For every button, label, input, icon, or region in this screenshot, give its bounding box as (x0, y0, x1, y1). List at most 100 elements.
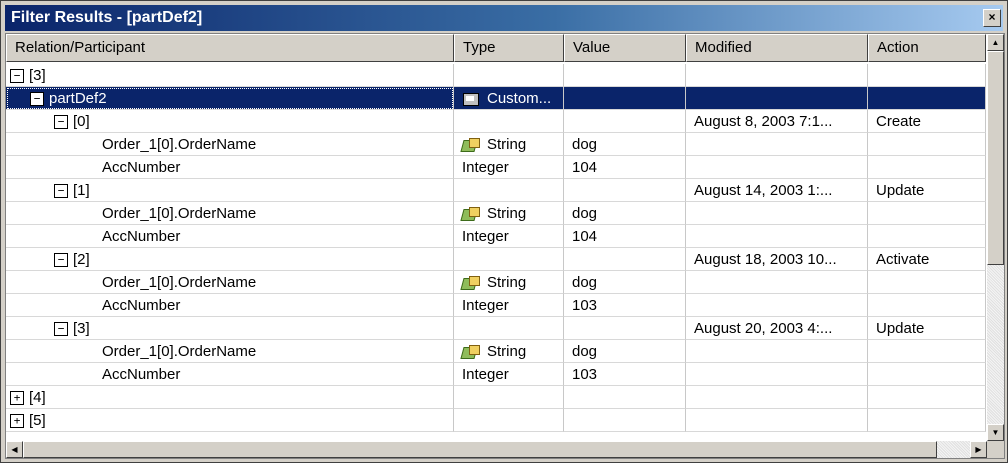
collapse-icon[interactable]: − (54, 253, 68, 268)
modified-cell: August 20, 2003 4:... (686, 317, 868, 340)
table-row[interactable]: Order_1[0].OrderName String dog (6, 340, 986, 363)
scroll-left-button[interactable]: ◀ (6, 441, 23, 458)
collapse-icon[interactable]: − (54, 322, 68, 337)
table-row[interactable]: − [3] August 20, 2003 4:... Update (6, 317, 986, 340)
relation-cell[interactable]: + [5] (6, 409, 454, 432)
relation-cell[interactable]: AccNumber (6, 294, 454, 317)
vertical-scroll-thumb[interactable] (987, 51, 1004, 265)
table-row[interactable]: − partDef2 Custom... (6, 87, 986, 110)
vertical-scrollbar[interactable]: ▲ ▼ (987, 34, 1004, 441)
type-cell: Integer (454, 294, 564, 317)
value-cell (564, 64, 686, 87)
relation-label: partDef2 (49, 90, 107, 107)
string-type-icon (462, 207, 480, 221)
action-cell (868, 409, 986, 432)
relation-cell[interactable]: AccNumber (6, 156, 454, 179)
horizontal-scrollbar[interactable]: ◀ ▶ (6, 441, 987, 458)
table-row[interactable]: AccNumber Integer 103 (6, 363, 986, 386)
table-row[interactable]: AccNumber Integer 104 (6, 225, 986, 248)
modified-cell (686, 156, 868, 179)
relation-cell[interactable]: Order_1[0].OrderName (6, 271, 454, 294)
close-button[interactable]: × (983, 9, 1001, 27)
value-cell (564, 386, 686, 409)
column-header-relation[interactable]: Relation/Participant (6, 34, 454, 62)
type-label: Integer (462, 228, 509, 245)
modified-cell (686, 340, 868, 363)
relation-cell[interactable]: + [4] (6, 386, 454, 409)
relation-label: [4] (29, 389, 46, 406)
type-label: Integer (462, 366, 509, 383)
action-cell (868, 386, 986, 409)
action-cell (868, 340, 986, 363)
relation-cell[interactable]: Order_1[0].OrderName (6, 202, 454, 225)
expand-icon[interactable]: + (10, 414, 24, 429)
relation-cell[interactable]: − [2] (6, 248, 454, 271)
table-row[interactable]: AccNumber Integer 103 (6, 294, 986, 317)
title-bar[interactable]: Filter Results - [partDef2] × (5, 5, 1003, 31)
table-row[interactable]: − [0] August 8, 2003 7:1... Create (6, 110, 986, 133)
relation-cell[interactable]: AccNumber (6, 363, 454, 386)
scroll-right-button[interactable]: ▶ (970, 441, 987, 458)
table-row[interactable]: Order_1[0].OrderName String dog (6, 202, 986, 225)
relation-cell[interactable]: − [3] (6, 64, 454, 87)
collapse-icon[interactable]: − (54, 184, 68, 199)
column-header-type[interactable]: Type (454, 34, 564, 62)
relation-cell[interactable]: AccNumber (6, 225, 454, 248)
action-cell (868, 225, 986, 248)
modified-cell (686, 87, 868, 110)
table-row[interactable]: AccNumber Integer 104 (6, 156, 986, 179)
table-row[interactable]: − [3] (6, 64, 986, 87)
column-header-modified[interactable]: Modified (686, 34, 868, 62)
table-row[interactable]: Order_1[0].OrderName String dog (6, 271, 986, 294)
collapse-icon[interactable]: − (10, 69, 24, 84)
value-cell: 103 (564, 294, 686, 317)
relation-cell[interactable]: − [3] (6, 317, 454, 340)
relation-cell[interactable]: − partDef2 (6, 87, 454, 110)
modified-cell: August 14, 2003 1:... (686, 179, 868, 202)
collapse-icon[interactable]: − (54, 115, 68, 130)
table-row[interactable]: − [1] August 14, 2003 1:... Update (6, 179, 986, 202)
expand-icon[interactable]: + (10, 391, 24, 406)
scrollbar-corner (987, 441, 1004, 458)
modified-cell (686, 133, 868, 156)
table-row[interactable]: + [5] (6, 409, 986, 432)
type-cell (454, 64, 564, 87)
type-cell (454, 317, 564, 340)
scroll-down-button[interactable]: ▼ (987, 424, 1004, 441)
value-cell: dog (564, 133, 686, 156)
action-cell (868, 64, 986, 87)
value-cell (564, 248, 686, 271)
action-cell (868, 133, 986, 156)
type-cell: String (454, 202, 564, 225)
table-row[interactable]: Order_1[0].OrderName String dog (6, 133, 986, 156)
collapse-icon[interactable]: − (30, 92, 44, 107)
column-header-action[interactable]: Action (868, 34, 986, 62)
relation-label: [0] (73, 113, 90, 130)
column-header-value[interactable]: Value (564, 34, 686, 62)
type-cell: String (454, 271, 564, 294)
relation-cell[interactable]: Order_1[0].OrderName (6, 133, 454, 156)
relation-label: Order_1[0].OrderName (102, 205, 257, 222)
action-cell: Update (868, 179, 986, 202)
relation-cell[interactable]: − [1] (6, 179, 454, 202)
table-row[interactable]: + [4] (6, 386, 986, 409)
modified-cell (686, 363, 868, 386)
value-cell: dog (564, 271, 686, 294)
relation-label: [3] (29, 67, 46, 84)
type-label: String (487, 274, 527, 291)
table-row[interactable]: − [2] August 18, 2003 10... Activate (6, 248, 986, 271)
modified-cell (686, 294, 868, 317)
action-cell (868, 363, 986, 386)
horizontal-scroll-thumb[interactable] (23, 441, 937, 458)
type-label: String (487, 205, 527, 222)
type-label: Integer (462, 297, 509, 314)
relation-cell[interactable]: − [0] (6, 110, 454, 133)
value-cell: 103 (564, 363, 686, 386)
relation-cell[interactable]: Order_1[0].OrderName (6, 340, 454, 363)
string-type-icon (462, 138, 480, 152)
modified-cell (686, 64, 868, 87)
relation-label: [3] (73, 320, 90, 337)
relation-label: [5] (29, 412, 46, 429)
type-cell (454, 110, 564, 133)
scroll-up-button[interactable]: ▲ (987, 34, 1004, 51)
